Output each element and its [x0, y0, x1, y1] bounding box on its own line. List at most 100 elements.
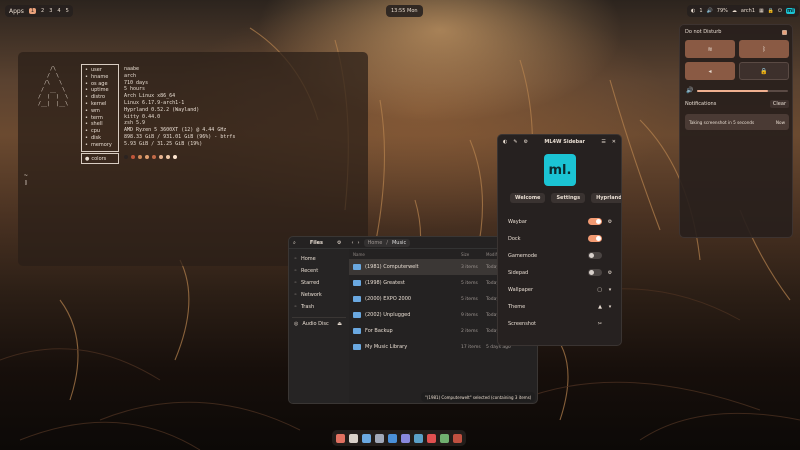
dock-toggle[interactable] — [588, 235, 602, 242]
back-icon[interactable]: ‹ — [352, 240, 354, 246]
volume-row: 🔊 — [686, 87, 788, 94]
store-icon[interactable] — [401, 433, 410, 443]
fetch-label-text: os age — [90, 80, 108, 87]
ml4w-sidebar[interactable]: ◐ ✎ ⚙ ML4W Sidebar ☰ ✕ ml. Welcome Setti… — [497, 134, 622, 346]
gear-icon[interactable]: ⚙ — [606, 270, 614, 276]
workspace-4[interactable]: 4 — [57, 8, 60, 14]
notification-icon[interactable]: ◐ — [691, 8, 695, 14]
folder-icon — [353, 328, 361, 334]
files-icon[interactable] — [336, 433, 345, 443]
sidebar-device[interactable]: ◎ Audio Disc ⏏ — [292, 317, 346, 329]
color-swatch — [173, 155, 177, 159]
sidebar-item-trash[interactable]: ◦ Trash — [292, 301, 346, 313]
sidebar-item-label: Home — [300, 256, 316, 262]
shell-prompt[interactable]: ~ ▯ — [24, 172, 28, 186]
notification-action[interactable]: Now — [776, 120, 785, 125]
edit-icon[interactable]: ✎ — [513, 139, 517, 145]
wifi-toggle[interactable]: ≋ — [685, 40, 735, 58]
bluetooth-toggle[interactable]: ᛒ — [739, 40, 789, 58]
close-icon[interactable]: ✕ — [612, 139, 616, 145]
apps-button[interactable]: Apps — [9, 8, 24, 15]
menu-icon[interactable]: ☰ — [601, 139, 605, 145]
network-icon: ◦ — [294, 292, 297, 298]
col-name[interactable]: Name — [353, 252, 461, 257]
workspace-3[interactable]: 3 — [49, 8, 52, 14]
sidepad-toggle[interactable] — [588, 269, 602, 276]
file-size: 9 items — [461, 312, 478, 318]
sidebar-item-home[interactable]: ◦ Home — [292, 253, 346, 265]
gear-icon[interactable]: ⚙ — [606, 219, 614, 225]
terminal-window[interactable]: /\ / \ /\ \ / __ \ / ( ) \ /__| |__\ • us… — [18, 52, 368, 266]
volume-icon[interactable]: 🔊 — [707, 8, 713, 14]
calculator-icon[interactable] — [414, 433, 423, 443]
ml4w-row-label: Screenshot — [508, 320, 536, 327]
status-tray: ◐ 1 🔊 79% ☁ arch1 ▦ 🔒 ⏻ ml — [687, 5, 799, 17]
cursor: ▯ — [24, 179, 28, 186]
image-icon[interactable] — [440, 433, 449, 443]
chevron-down-icon[interactable]: ▾ — [606, 304, 614, 310]
ml4w-row-label: Theme — [508, 303, 526, 310]
power-icon[interactable] — [453, 433, 462, 443]
dnd-toggle[interactable] — [782, 29, 787, 35]
ml4w-header: ◐ ✎ ⚙ ML4W Sidebar ☰ ✕ — [498, 135, 621, 149]
settings-button[interactable]: Settings — [551, 193, 586, 203]
lock-icon[interactable]: 🔒 — [768, 8, 774, 14]
recent-icon: ◦ — [294, 268, 297, 274]
clock[interactable]: 13:55 Mon — [386, 5, 423, 17]
sidebar-item-starred[interactable]: ◦ Starred — [292, 277, 346, 289]
browser-icon[interactable] — [362, 433, 371, 443]
arrow-toggle[interactable]: ◂ — [685, 62, 735, 80]
contrast-icon[interactable]: ◐ — [503, 139, 507, 145]
ml4w-buttons: Welcome Settings Hyprland — [510, 193, 621, 203]
cpu-icon: • — [85, 128, 88, 135]
ml4w-logo-text: ml. — [548, 162, 572, 178]
fetch-value: 898.33 GiB / 931.01 GiB (96%) - btrfs — [124, 133, 236, 140]
volume-slider[interactable] — [697, 89, 788, 92]
search-icon[interactable]: ⌕ — [293, 240, 296, 246]
terminal-icon[interactable] — [349, 433, 358, 443]
menu-icon[interactable]: ⚙ — [337, 240, 341, 246]
ml4w-row-sidepad: Sidepad ⚙ — [508, 264, 614, 281]
prompt-text: ~ — [24, 172, 28, 179]
eject-icon[interactable]: ⏏ — [337, 321, 342, 327]
settings-icon[interactable]: ⚙ — [524, 139, 528, 145]
disk-icon: • — [85, 134, 88, 141]
settings-icon[interactable] — [375, 433, 384, 443]
welcome-button[interactable]: Welcome — [510, 193, 546, 203]
palette-icon: ● — [85, 155, 90, 162]
hyprland-button[interactable]: Hyprland — [591, 193, 621, 203]
notification-item[interactable]: Taking screenshot in 5 seconds Now — [685, 114, 789, 130]
lock-toggle[interactable]: 🔒 — [739, 62, 789, 80]
sidebar-item-network[interactable]: ◦ Network — [292, 289, 346, 301]
breadcrumb-home[interactable]: Home — [368, 240, 383, 246]
screenshot-icon[interactable]: ✂ — [598, 321, 602, 327]
color-swatches — [124, 155, 177, 159]
gamemode-toggle[interactable] — [588, 252, 602, 259]
power-icon[interactable]: ⏻ — [778, 8, 782, 14]
breadcrumb-music[interactable]: Music — [392, 240, 406, 246]
chevron-down-icon[interactable]: ▾ — [606, 287, 614, 293]
workspace-5[interactable]: 5 — [66, 8, 69, 14]
color-swatch — [159, 155, 163, 159]
waybar-toggle[interactable] — [588, 218, 602, 225]
col-size[interactable]: Size — [461, 252, 486, 257]
vscode-icon[interactable] — [388, 433, 397, 443]
workspace-2[interactable]: 2 — [41, 8, 44, 14]
grid-icon[interactable]: ▦ — [759, 8, 764, 14]
wallpaper-icon[interactable]: ▢ — [597, 287, 602, 293]
cloud-icon[interactable]: ☁ — [732, 8, 737, 14]
clear-button[interactable]: Clear — [769, 100, 789, 108]
clock-icon: • — [85, 87, 88, 94]
ml4w-row-label: Waybar — [508, 218, 527, 225]
fetch-label: • distro — [85, 94, 115, 101]
theme-icon[interactable]: ▲ — [598, 304, 602, 310]
forward-icon[interactable]: › — [358, 240, 360, 246]
fetch-label: • wm — [85, 108, 115, 115]
workspace-1[interactable]: 1 — [28, 8, 37, 14]
star-icon: ◦ — [294, 280, 297, 286]
sidebar-item-label: Network — [300, 292, 322, 298]
sidebar-item-recent[interactable]: ◦ Recent — [292, 265, 346, 277]
ml4w-row-waybar: Waybar ⚙ — [508, 213, 614, 230]
ml4w-icon[interactable]: ml — [785, 8, 795, 14]
music-icon[interactable] — [427, 433, 436, 443]
